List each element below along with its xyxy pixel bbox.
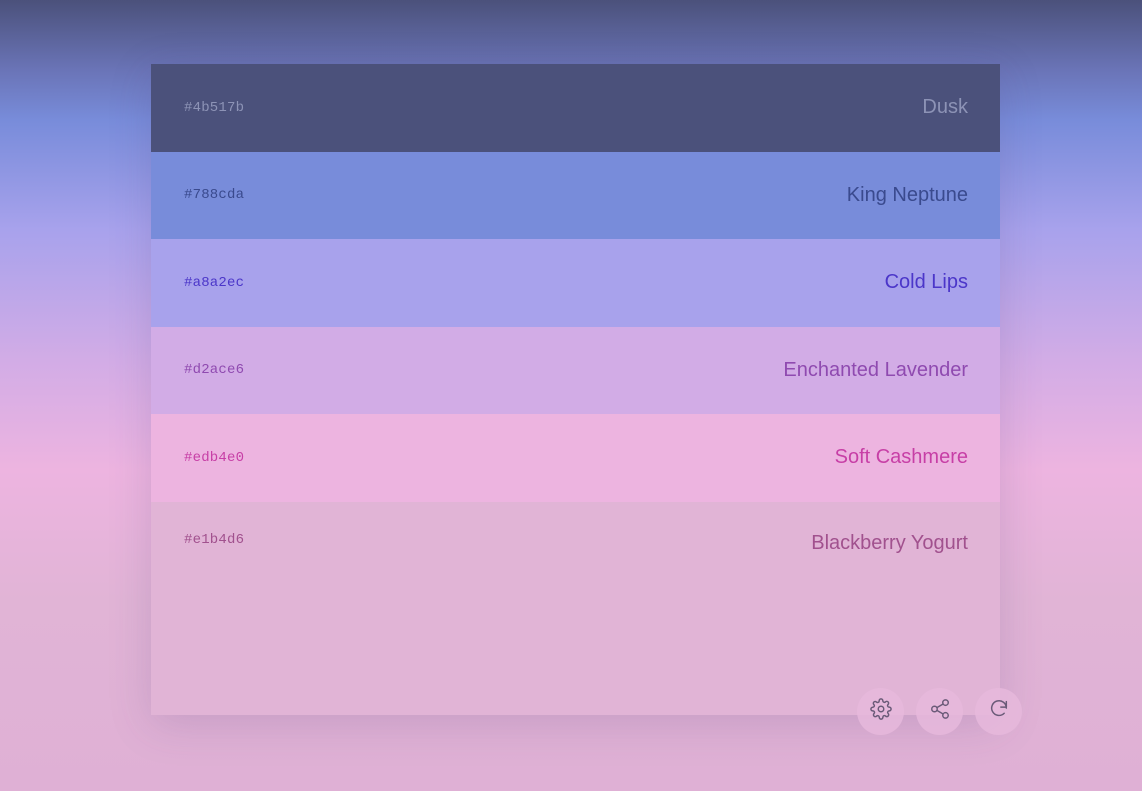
swatch-name: King Neptune: [846, 183, 968, 206]
swatch-name: Soft Cashmere: [834, 446, 968, 469]
swatch-hex[interactable]: #4b517b: [184, 100, 244, 116]
swatch-blackberry-yogurt[interactable]: #e1b4d6 Blackberry Yogurt: [151, 501, 1000, 715]
swatch-name: Cold Lips: [884, 271, 968, 294]
swatch-king-neptune[interactable]: #788cda King Neptune: [151, 151, 1000, 239]
refresh-icon: [988, 698, 1010, 725]
swatch-hex[interactable]: #788cda: [184, 187, 244, 203]
swatch-soft-cashmere[interactable]: #edb4e0 Soft Cashmere: [151, 414, 1000, 502]
swatch-hex[interactable]: #a8a2ec: [184, 275, 244, 291]
refresh-button[interactable]: [975, 688, 1022, 735]
gear-icon: [869, 698, 892, 725]
swatch-enchanted-lavender[interactable]: #d2ace6 Enchanted Lavender: [151, 326, 1000, 414]
share-icon: [929, 698, 951, 725]
settings-button[interactable]: [857, 688, 904, 735]
swatch-cold-lips[interactable]: #a8a2ec Cold Lips: [151, 239, 1000, 327]
swatch-hex[interactable]: #edb4e0: [184, 450, 244, 466]
swatch-hex[interactable]: #d2ace6: [184, 362, 244, 378]
share-button[interactable]: [916, 688, 963, 735]
swatch-dusk[interactable]: #4b517b Dusk: [151, 64, 1000, 152]
palette-controls: [857, 688, 1022, 735]
swatch-name: Blackberry Yogurt: [811, 531, 968, 554]
swatch-name: Enchanted Lavender: [783, 358, 968, 381]
swatch-hex[interactable]: #e1b4d6: [184, 532, 244, 548]
swatch-name: Dusk: [922, 96, 968, 119]
color-palette: #4b517b Dusk #788cda King Neptune #a8a2e…: [151, 64, 1000, 715]
